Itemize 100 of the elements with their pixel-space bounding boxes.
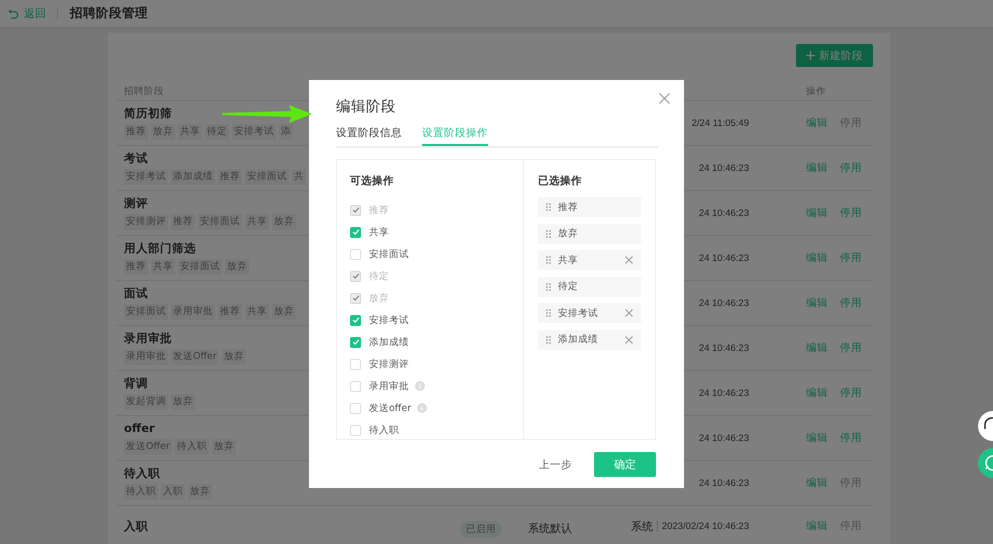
action-link[interactable]: 停用 (840, 206, 862, 220)
action-tag: 放弃 (212, 439, 236, 455)
checkbox[interactable] (350, 248, 361, 260)
checkbox[interactable] (350, 336, 361, 348)
creator-text: 系统 (630, 518, 653, 534)
checkbox[interactable] (350, 402, 361, 414)
stage-name: 入职 (124, 519, 148, 533)
checkbox[interactable] (350, 226, 361, 238)
action-tag: 共享 (178, 124, 202, 140)
checkbox-label: 添加成绩 (369, 336, 409, 348)
item-label: 共享 (558, 254, 579, 266)
created-time: 24 10:46:23 (698, 252, 749, 264)
close-icon[interactable] (625, 309, 633, 317)
drag-handle-icon (546, 336, 551, 344)
drag-handle-icon (546, 256, 551, 264)
action-tag: 推荐 (124, 124, 148, 140)
close-icon[interactable] (659, 93, 670, 104)
action-tag: 放弃 (225, 259, 249, 275)
selected-item[interactable]: 安排考试 (538, 303, 641, 323)
selected-item[interactable]: 放弃 (538, 224, 641, 244)
selected-item[interactable]: 共享 (538, 250, 641, 270)
action-link[interactable]: 编辑 (806, 519, 828, 533)
column-header: 招聘阶段 (123, 84, 165, 98)
stage-name: 背调 (124, 376, 148, 390)
checkbox[interactable] (350, 380, 361, 392)
action-tag: 发送Offer (124, 439, 172, 455)
action-tag: 放弃 (151, 124, 175, 140)
close-icon[interactable] (625, 336, 633, 344)
item-label: 推荐 (558, 200, 579, 214)
action-link[interactable]: 停用 (840, 296, 862, 310)
action-tag: 发送Offer (171, 349, 219, 365)
selected-item[interactable]: 推荐 (538, 197, 641, 217)
back-icon (8, 8, 19, 19)
action-link[interactable]: 编辑 (806, 386, 828, 400)
action-tag: 放弃 (171, 394, 195, 410)
tab[interactable]: 设置阶段操作 (422, 121, 488, 146)
action-tag: 录用审批 (171, 304, 215, 320)
action-tag: 安排测评 (124, 214, 168, 230)
action-tag: 录用审批 (124, 349, 168, 365)
action-link[interactable]: 停用 (840, 431, 862, 445)
action-tag: 放弃 (272, 214, 296, 230)
action-link[interactable]: 编辑 (806, 161, 828, 175)
action-link[interactable]: 停用 (840, 161, 862, 175)
headset-icon[interactable] (975, 410, 993, 442)
tab[interactable]: 设置阶段信息 (336, 121, 402, 146)
previous-button[interactable]: 上一步 (539, 458, 572, 472)
action-tag: 共享 (245, 304, 269, 320)
action-tag: 添 (279, 124, 293, 140)
created-time: 24 10:46:23 (698, 388, 749, 398)
action-link[interactable]: 编辑 (806, 341, 828, 355)
item-label: 安排考试 (558, 306, 599, 320)
checkbox-label: 待定 (369, 270, 389, 282)
checkbox-label: 待入职 (369, 424, 399, 436)
section-title: 可选操作 (350, 174, 395, 188)
drag-handle-icon (546, 309, 551, 317)
checkbox-label: 安排面试 (369, 248, 409, 260)
action-link[interactable]: 编辑 (806, 431, 828, 445)
action-link[interactable]: 编辑 (806, 116, 828, 130)
created-time: 2/24 11:05:49 (692, 118, 749, 128)
action-tag: 共享 (245, 214, 269, 230)
action-link[interactable]: 停用 (840, 251, 862, 265)
checkbox[interactable] (350, 314, 361, 326)
action-link[interactable]: 停用 (840, 341, 862, 355)
action-tag: 推荐 (218, 169, 242, 185)
action-tag: 共享 (151, 259, 175, 275)
selected-item[interactable]: 待定 (538, 276, 641, 296)
action-tag: 共 (292, 169, 306, 185)
created-time: 2023/02/24 10:46:23 (662, 520, 749, 532)
action-tag: 添加成绩 (171, 169, 215, 185)
action-tag: 推荐 (218, 304, 242, 320)
selected-item[interactable]: 添加成绩 (538, 330, 641, 350)
created-time: 24 10:46:23 (698, 298, 749, 308)
action-link[interactable]: 编辑 (806, 296, 828, 310)
action-link[interactable]: 编辑 (806, 206, 828, 220)
stage-name: 面试 (124, 286, 148, 300)
help-icon[interactable] (975, 447, 993, 479)
drag-handle-icon (546, 230, 551, 238)
close-icon[interactable] (625, 256, 633, 264)
stage-name: 简历初筛 (124, 106, 172, 120)
confirm-button[interactable]: 确定 (594, 452, 656, 477)
back-link[interactable]: 返回 (8, 6, 46, 21)
source-text: 系统默认 (528, 522, 572, 534)
action-link[interactable]: 编辑 (806, 251, 828, 265)
action-tag: 安排面试 (124, 304, 168, 320)
dialog-title: 编辑阶段 (336, 98, 396, 116)
checkbox-label: 发送offer (369, 402, 412, 414)
action-tag: 待入职 (174, 439, 209, 455)
checkbox[interactable] (350, 358, 361, 370)
action-tag: 推荐 (171, 214, 195, 230)
page-title: 招聘阶段管理 (70, 5, 148, 22)
status-badge: 已启用 (460, 520, 502, 538)
new-stage-button[interactable]: 新建阶段 (796, 44, 873, 67)
action-tag: 安排面试 (178, 259, 222, 275)
checkbox-label: 推荐 (369, 204, 389, 216)
action-tag: 放弃 (188, 484, 212, 500)
checkbox[interactable] (350, 424, 361, 436)
stage-name: offer (124, 421, 155, 435)
action-link[interactable]: 停用 (840, 386, 862, 400)
action-tag: 发起背调 (124, 394, 168, 410)
action-link[interactable]: 编辑 (806, 476, 828, 490)
